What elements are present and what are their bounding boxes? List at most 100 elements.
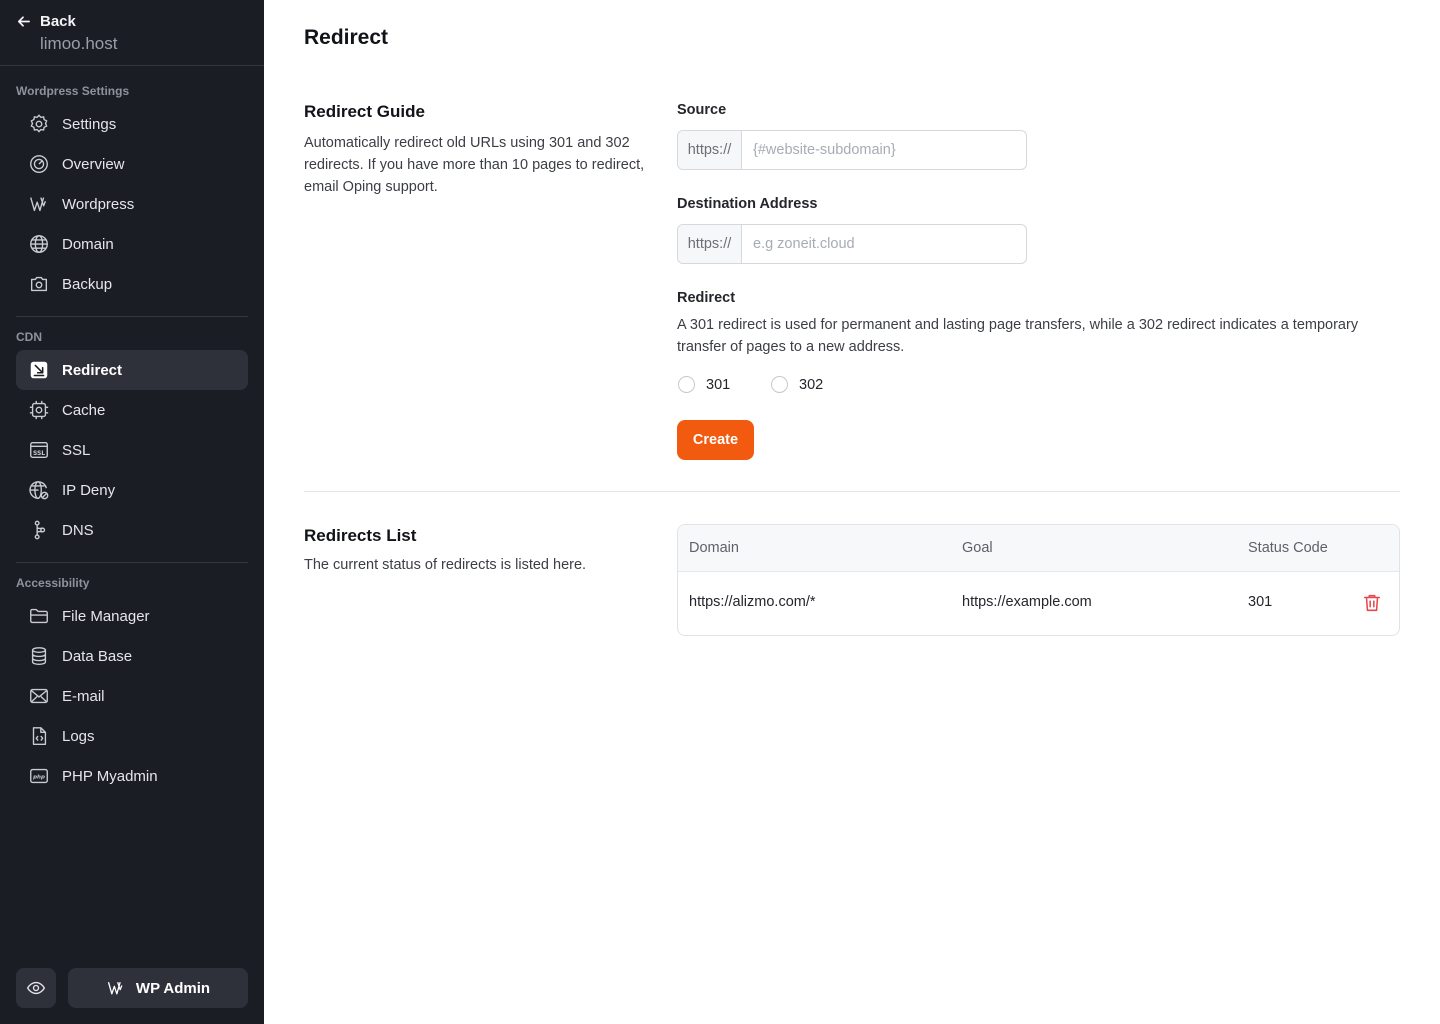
- sidebar-item-label: Wordpress: [62, 195, 135, 213]
- sidebar-item-label: Data Base: [62, 647, 133, 665]
- cell-status-code: 301: [1248, 594, 1273, 610]
- section-title-wordpress-settings: Wordpress Settings: [16, 84, 130, 98]
- redirects-list-title: Redirects List: [304, 526, 417, 545]
- sidebar-item-overview[interactable]: Overview: [16, 144, 248, 184]
- destination-input-group: https://: [677, 224, 1027, 264]
- source-input[interactable]: [742, 131, 1026, 169]
- camera-icon: [30, 276, 48, 292]
- arrow-left-icon: [17, 15, 30, 27]
- radio-circle[interactable]: [678, 376, 695, 393]
- section-title-accessibility: Accessibility: [16, 576, 90, 590]
- back-button[interactable]: Back: [16, 12, 248, 30]
- page-title: Redirect: [304, 26, 389, 49]
- globe-icon: [30, 235, 48, 253]
- ssl-icon: SSL: [30, 441, 48, 459]
- svg-text:php: php: [32, 774, 45, 780]
- sidebar-item-email[interactable]: E-mail: [16, 676, 248, 716]
- nav-list-cdn: Redirect Cache SSL SSL IP Deny DNS: [16, 350, 248, 550]
- redirects-list-description: The current status of redirects is liste…: [304, 557, 587, 573]
- sidebar-item-label: E-mail: [62, 687, 105, 705]
- sidebar-item-label: Overview: [62, 155, 125, 173]
- gauge-icon: [30, 155, 48, 173]
- code-file-icon: [32, 727, 47, 745]
- dns-icon: [34, 520, 46, 540]
- nav-list-accessibility: File Manager Data Base E-mail Logs php P…: [16, 596, 248, 796]
- table-header: Domain Goal Status Code: [678, 525, 1399, 572]
- sidebar-item-dns[interactable]: DNS: [16, 510, 248, 550]
- sidebar-item-label: File Manager: [62, 607, 150, 625]
- sidebar-item-label: SSL: [62, 441, 91, 459]
- radio-301[interactable]: 301: [678, 376, 730, 393]
- redirect-type-label: Redirect: [677, 290, 736, 306]
- redirect-icon: [30, 361, 48, 379]
- sidebar-item-label: Domain: [62, 235, 114, 253]
- destination-label: Destination Address: [677, 196, 818, 212]
- destination-input[interactable]: [742, 225, 1026, 263]
- sidebar-item-domain[interactable]: Domain: [16, 224, 248, 264]
- sidebar-item-wordpress[interactable]: Wordpress: [16, 184, 248, 224]
- wp-admin-button[interactable]: WP Admin: [68, 968, 248, 1008]
- trash-icon[interactable]: [1361, 592, 1383, 614]
- folder-icon: [30, 608, 48, 624]
- sidebar-item-label: PHP Myadmin: [62, 767, 158, 785]
- sidebar-header: Back limoo.host: [0, 0, 264, 66]
- sidebar-item-ssl[interactable]: SSL SSL: [16, 430, 248, 470]
- sidebar-item-cache[interactable]: Cache: [16, 390, 248, 430]
- sidebar-item-php-myadmin[interactable]: php PHP Myadmin: [16, 756, 248, 796]
- nav-list-wordpress-settings: Settings Overview Wordpress Domain Backu…: [16, 104, 248, 304]
- redirect-description: A 301 redirect is used for permanent and…: [677, 317, 1359, 355]
- sidebar-item-redirect[interactable]: Redirect: [16, 350, 248, 390]
- section-divider: [304, 491, 1400, 492]
- chip-icon: [29, 400, 49, 420]
- site-name: limoo.host: [40, 34, 118, 53]
- database-icon: [31, 647, 47, 665]
- main-content: Redirect Redirect Guide Automatically re…: [264, 0, 1440, 1024]
- sidebar-item-label: Logs: [62, 727, 95, 745]
- globe-deny-icon: [29, 481, 49, 500]
- svg-text:SSL: SSL: [33, 450, 45, 457]
- column-header-domain[interactable]: Domain: [689, 540, 739, 556]
- sidebar: Back limoo.host Wordpress Settings Setti…: [0, 0, 264, 1024]
- sidebar-item-label: Cache: [62, 401, 106, 419]
- sidebar-item-label: IP Deny: [62, 481, 116, 499]
- table-row: https://alizmo.com/* https://example.com…: [678, 572, 1399, 635]
- sidebar-item-label: Redirect: [62, 361, 123, 379]
- sidebar-item-logs[interactable]: Logs: [16, 716, 248, 756]
- sidebar-item-data-base[interactable]: Data Base: [16, 636, 248, 676]
- source-label: Source: [677, 102, 727, 118]
- cell-goal: https://example.com: [962, 594, 1092, 610]
- sidebar-divider: [16, 316, 248, 317]
- preview-button[interactable]: [16, 968, 56, 1008]
- cell-domain: https://alizmo.com/*: [689, 594, 816, 610]
- radio-label: 302: [799, 376, 824, 393]
- sidebar-item-backup[interactable]: Backup: [16, 264, 248, 304]
- back-label: Back: [40, 12, 76, 30]
- php-icon: php: [30, 768, 48, 784]
- gear-icon: [30, 114, 48, 133]
- column-header-goal[interactable]: Goal: [962, 540, 993, 556]
- sidebar-item-file-manager[interactable]: File Manager: [16, 596, 248, 636]
- wordpress-icon: [30, 197, 47, 212]
- sidebar-item-ip-deny[interactable]: IP Deny: [16, 470, 248, 510]
- wp-admin-label: WP Admin: [135, 979, 211, 997]
- source-input-group: https://: [677, 130, 1027, 170]
- eye-icon: [26, 981, 46, 995]
- sidebar-item-settings[interactable]: Settings: [16, 104, 248, 144]
- redirects-table: Domain Goal Status Code https://alizmo.c…: [677, 524, 1400, 636]
- sidebar-item-label: Backup: [62, 275, 113, 293]
- sidebar-footer: WP Admin: [16, 968, 248, 1008]
- sidebar-divider: [16, 562, 248, 563]
- source-prefix: https://: [678, 131, 742, 169]
- column-header-status-code[interactable]: Status Code: [1248, 540, 1328, 556]
- sidebar-item-label: DNS: [62, 521, 94, 539]
- wordpress-icon: [107, 981, 123, 995]
- radio-302[interactable]: 302: [771, 376, 823, 393]
- section-title-cdn: CDN: [16, 330, 42, 344]
- guide-description: Automatically redirect old URLs using 30…: [304, 135, 645, 195]
- radio-label: 301: [706, 376, 731, 393]
- sidebar-item-label: Settings: [62, 115, 117, 133]
- mail-icon: [30, 688, 48, 704]
- guide-title: Redirect Guide: [304, 102, 425, 121]
- create-button[interactable]: Create: [677, 420, 754, 460]
- radio-circle[interactable]: [771, 376, 788, 393]
